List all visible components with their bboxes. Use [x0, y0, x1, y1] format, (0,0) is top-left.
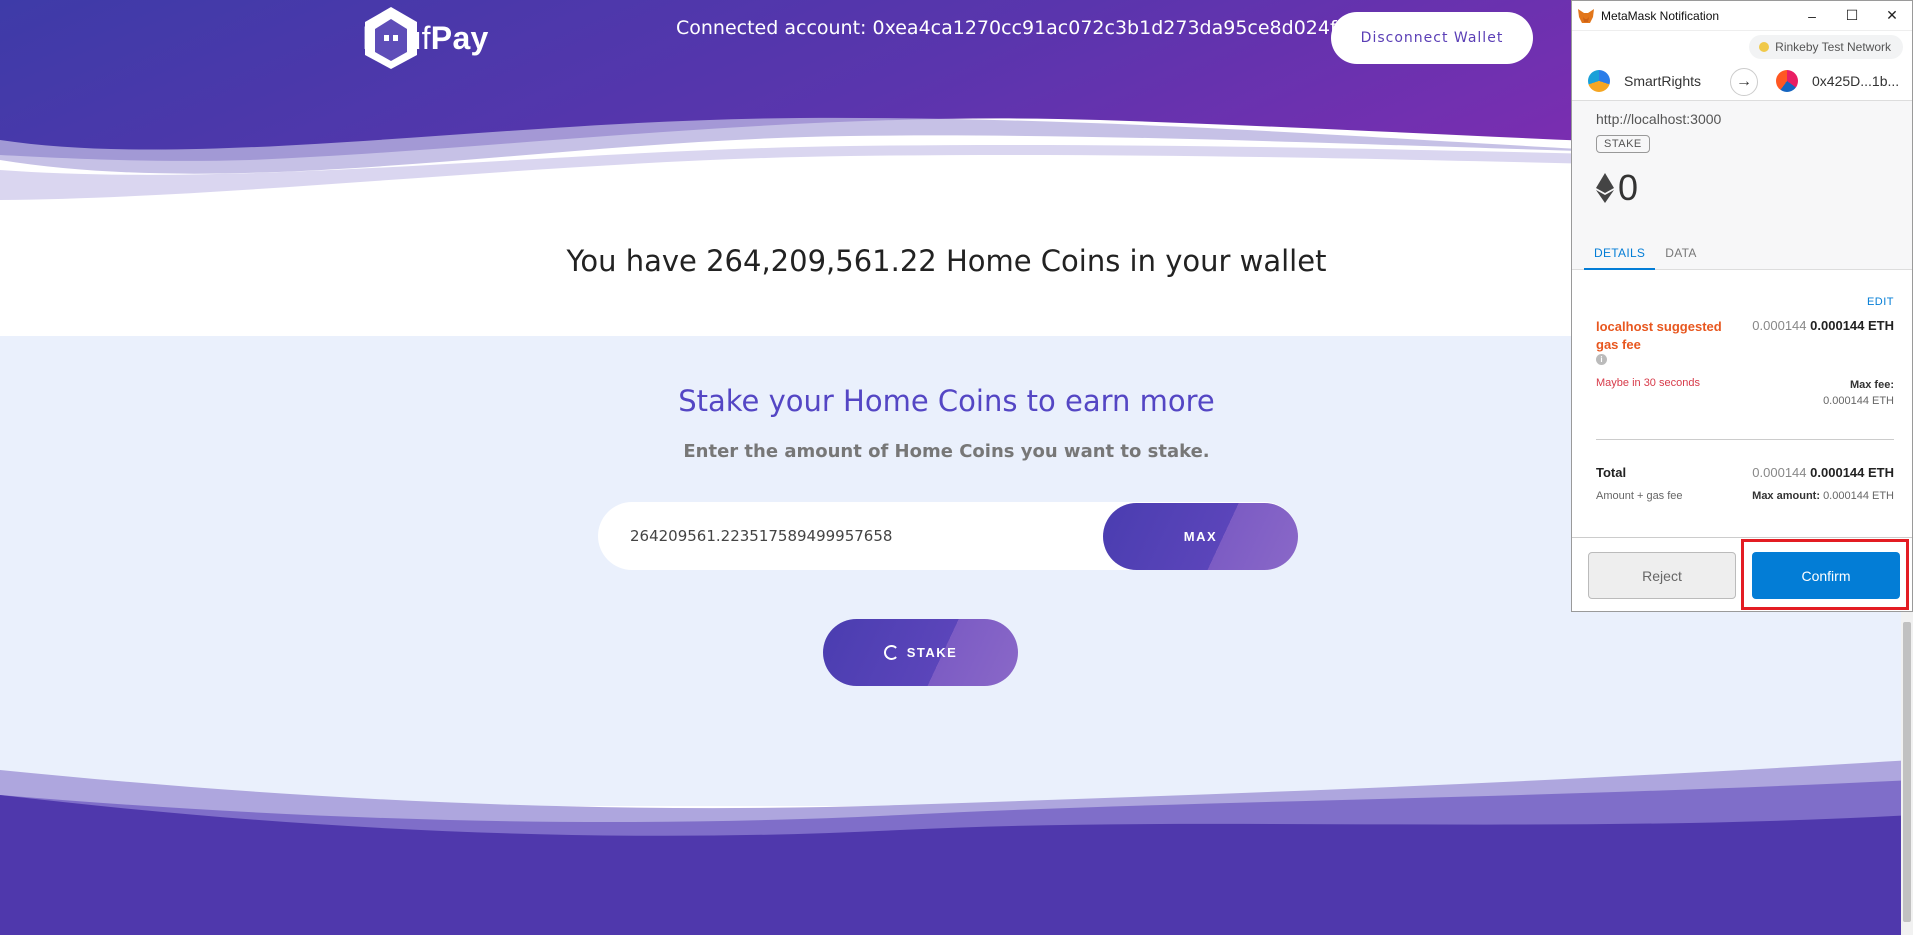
footer: [0, 760, 1913, 935]
minimize-icon[interactable]: –: [1792, 8, 1832, 24]
from-account-avatar-icon: [1588, 70, 1610, 92]
page-scrollbar[interactable]: [1901, 612, 1913, 935]
gas-fee-label: localhost suggested gas fee: [1596, 319, 1722, 352]
close-icon[interactable]: ✕: [1872, 7, 1912, 24]
to-account[interactable]: 0x425D...1b...: [1776, 70, 1899, 92]
divider: [1596, 439, 1894, 440]
metamask-titlebar: MetaMask Notification – ☐ ✕: [1572, 1, 1912, 31]
total-value: 0.000144 0.000144 ETH: [1752, 465, 1894, 480]
ethereum-icon: [1596, 173, 1614, 203]
page-scrollbar-thumb[interactable]: [1903, 622, 1911, 922]
metamask-window-title: MetaMask Notification: [1601, 8, 1720, 23]
reject-button[interactable]: Reject: [1588, 552, 1736, 599]
tab-details[interactable]: DETAILS: [1584, 246, 1656, 270]
loading-spinner-icon: [883, 645, 899, 660]
max-fee: Max fee: 0.000144 ETH: [1823, 379, 1894, 407]
details-tabs: DETAILS DATA: [1584, 246, 1707, 270]
arrow-right-icon: →: [1730, 68, 1758, 96]
max-button[interactable]: MAX: [1103, 503, 1298, 570]
network-status-dot-icon: [1759, 42, 1770, 52]
total-label: Total: [1596, 465, 1627, 480]
ruufpay-logo[interactable]: RuufPay: [362, 5, 489, 71]
to-account-address: 0x425D...1b...: [1812, 73, 1900, 89]
stake-button[interactable]: STAKE: [823, 619, 1018, 686]
info-icon[interactable]: i: [1596, 354, 1607, 365]
stake-amount-input[interactable]: [630, 514, 1090, 558]
metamask-fox-icon: [1578, 8, 1594, 23]
total-subtext: Amount + gas fee: [1596, 490, 1683, 502]
footer-background: [0, 760, 1913, 935]
disconnect-wallet-button[interactable]: Disconnect Wallet: [1331, 12, 1533, 64]
connected-account: Connected account: 0xea4ca1270cc91ac072c…: [676, 17, 1361, 39]
stake-button-label: STAKE: [906, 645, 958, 660]
accounts-row: SmartRights → 0x425D...1b...: [1572, 63, 1912, 101]
metamask-window: MetaMask Notification – ☐ ✕ Rinkeby Test…: [1571, 0, 1913, 612]
from-account[interactable]: SmartRights: [1588, 70, 1701, 92]
transaction-summary: http://localhost:3000 STAKE 0 DETAILS DA…: [1572, 101, 1912, 270]
ruufpay-house-logo-icon: [365, 7, 417, 69]
network-row: Rinkeby Test Network: [1572, 31, 1912, 63]
tab-data[interactable]: DATA: [1655, 246, 1706, 270]
details-panel: EDIT localhost suggested gas fee i 0.000…: [1572, 270, 1912, 530]
maximize-icon[interactable]: ☐: [1832, 7, 1872, 24]
network-badge[interactable]: Rinkeby Test Network: [1749, 35, 1903, 59]
amount-value: 0: [1618, 167, 1639, 208]
gas-fee-value: 0.000144 0.000144 ETH: [1752, 318, 1894, 333]
to-account-avatar-icon: [1776, 70, 1798, 92]
transaction-amount: 0: [1596, 167, 1638, 209]
page: RuufPay Connected account: 0xea4ca1270cc…: [0, 0, 1913, 935]
confirm-button[interactable]: Confirm: [1752, 552, 1900, 599]
metamask-footer: Reject Confirm: [1572, 537, 1912, 613]
from-account-name: SmartRights: [1624, 73, 1702, 89]
max-amount: Max amount: 0.000144 ETH: [1752, 490, 1894, 502]
method-badge: STAKE: [1596, 135, 1650, 153]
time-estimate: Maybe in 30 seconds: [1596, 377, 1700, 389]
network-name: Rinkeby Test Network: [1775, 40, 1891, 54]
edit-gas-link[interactable]: EDIT: [1867, 296, 1894, 308]
origin-url: http://localhost:3000: [1596, 111, 1722, 127]
